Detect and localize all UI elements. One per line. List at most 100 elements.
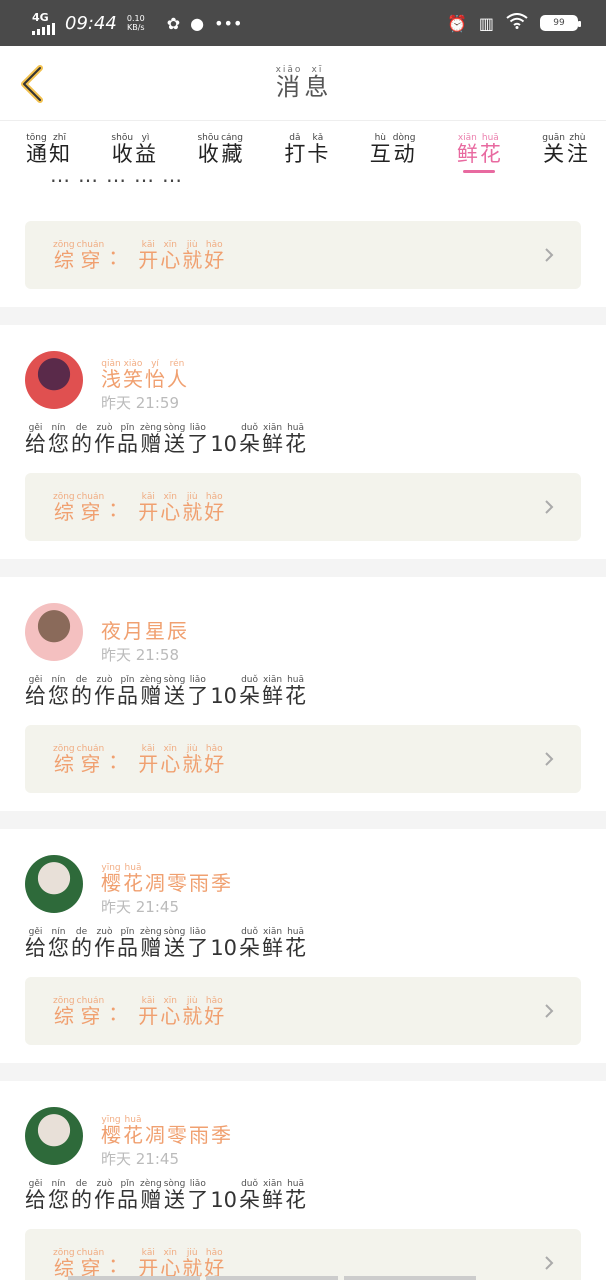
hanzi: 凋 bbox=[145, 871, 165, 896]
tab-flowers[interactable]: xiān 鲜 huā 花 bbox=[457, 121, 501, 177]
work-link[interactable]: zōng 综 chuán 穿： kāi 开 xīn 心 jiù 就 hǎo 好 bbox=[25, 221, 581, 289]
hanzi: 给 bbox=[25, 684, 46, 709]
tab-label: dǎ 打 kǎ 卡 bbox=[284, 133, 328, 165]
pinyin: zhù bbox=[569, 132, 586, 143]
pinyin bbox=[220, 863, 223, 873]
pinyin: de bbox=[75, 927, 88, 938]
hanzi: 了 bbox=[187, 936, 209, 961]
hanzi: 朵 bbox=[239, 432, 261, 456]
avatar[interactable] bbox=[25, 855, 83, 914]
ruby-char: guān 关 bbox=[542, 133, 565, 165]
ruby-char: liǎo 了 bbox=[187, 423, 208, 455]
hanzi: 雨 bbox=[189, 1123, 209, 1148]
separator: ： bbox=[108, 1000, 129, 1025]
hanzi: 互 bbox=[369, 141, 391, 166]
tab-interact[interactable]: hù 互 dòng 动 bbox=[370, 121, 416, 177]
tab-follow[interactable]: guān 关 zhù 注 bbox=[542, 121, 588, 177]
pinyin: zōng bbox=[53, 491, 75, 502]
tab-favorite[interactable]: shōu 收 cáng 藏 bbox=[197, 121, 243, 177]
tab-label: xiān 鲜 huā 花 bbox=[457, 133, 501, 165]
hanzi: 了 bbox=[187, 432, 209, 456]
ruby-char: liǎo 了 bbox=[187, 675, 208, 707]
avatar[interactable] bbox=[25, 351, 83, 409]
pinyin: nín bbox=[51, 1179, 66, 1190]
message-text: gěi 给 nín 您 de 的 zuò 作 pǐn 品 zèng 赠 sòng 送 liǎo 了 10 duǒ… bbox=[25, 675, 581, 707]
hanzi: 鲜 bbox=[262, 684, 284, 709]
ruby-char: duǒ 朵 bbox=[239, 423, 260, 455]
tab-income[interactable]: shōu 收 yì 益 bbox=[111, 121, 156, 177]
ruby-char: xīn 心 bbox=[160, 240, 180, 271]
hanzi: 10 bbox=[210, 432, 238, 456]
work-link[interactable]: zōng 综 chuán 穿： kāi 开 xīn 心 jiù 就 hǎo 好 bbox=[25, 725, 581, 794]
hanzi: 心 bbox=[160, 751, 181, 776]
ruby-char: gěi 给 bbox=[25, 1179, 46, 1211]
pinyin: xīn bbox=[163, 743, 177, 754]
hanzi: 的 bbox=[71, 432, 92, 456]
partial-message: …………… bbox=[25, 177, 581, 203]
pinyin: zhī bbox=[53, 132, 66, 143]
pinyin bbox=[154, 1115, 157, 1125]
ruby-char: shōu 收 bbox=[111, 133, 133, 165]
hanzi: 您 bbox=[48, 432, 69, 456]
ruby-char: sòng 送 bbox=[164, 1179, 186, 1211]
message-text: gěi 给 nín 您 de 的 zuò 作 pǐn 品 zèng 赠 sòng 送 liǎo 了 10 duǒ… bbox=[25, 423, 581, 455]
ruby-char: 雨 bbox=[189, 863, 209, 894]
hanzi: 益 bbox=[135, 141, 157, 166]
hanzi: 好 bbox=[204, 499, 225, 524]
work-link[interactable]: zōng 综 chuán 穿： kāi 开 xīn 心 jiù 就 hǎo 好 bbox=[25, 473, 581, 542]
timestamp: 昨天 21:45 bbox=[101, 1150, 179, 1169]
ruby-char: hǎo 好 bbox=[204, 1248, 224, 1279]
pinyin: hǎo bbox=[205, 1247, 223, 1258]
pinyin: duǒ bbox=[241, 1179, 259, 1190]
tab-label: guān 关 zhù 注 bbox=[542, 133, 588, 165]
ruby-char: sòng 送 bbox=[164, 927, 186, 959]
hanzi: 花 bbox=[285, 432, 307, 456]
ruby-char: huā 花 bbox=[285, 675, 306, 707]
pinyin: zōng bbox=[53, 743, 75, 754]
hanzi: 心 bbox=[160, 247, 181, 272]
tab-checkin[interactable]: dǎ 打 kǎ 卡 bbox=[284, 121, 328, 177]
work-link[interactable]: zōng 综 chuán 穿： kāi 开 xīn 心 jiù 就 hǎo 好 bbox=[25, 1229, 581, 1280]
hanzi: 赠 bbox=[140, 936, 162, 961]
work-category-label: zōng 综 chuán 穿 bbox=[53, 1248, 104, 1279]
ruby-char: 10 bbox=[210, 927, 237, 959]
status-time: 09:44 bbox=[65, 12, 117, 34]
hanzi: 通 bbox=[26, 141, 47, 166]
hanzi: 开 bbox=[138, 751, 159, 776]
hanzi: 作 bbox=[94, 432, 115, 456]
divider bbox=[0, 559, 606, 578]
hanzi: 心 bbox=[160, 1003, 181, 1028]
hanzi: 送 bbox=[164, 684, 185, 709]
avatar[interactable] bbox=[25, 1107, 83, 1166]
separator: ： bbox=[108, 748, 129, 773]
hanzi: 鲜 bbox=[262, 432, 284, 456]
back-button[interactable] bbox=[16, 62, 52, 106]
hanzi: 综 bbox=[53, 499, 74, 524]
work-link[interactable]: zōng 综 chuán 穿： kāi 开 xīn 心 jiù 就 hǎo 好 bbox=[25, 977, 581, 1046]
hanzi: 辰 bbox=[167, 619, 187, 644]
hanzi: 雨 bbox=[189, 871, 209, 896]
ruby-char: hǎo 好 bbox=[204, 492, 224, 523]
ruby-char: huā 花 bbox=[285, 1179, 306, 1211]
avatar[interactable] bbox=[25, 603, 83, 662]
ruby-char: yīng 樱 bbox=[101, 863, 121, 894]
hanzi: 10 bbox=[210, 936, 238, 961]
pinyin: de bbox=[75, 423, 88, 433]
hanzi: 花 bbox=[285, 1188, 307, 1213]
ruby-char: xiān 鲜 bbox=[262, 675, 283, 707]
ruby-char: zuò 作 bbox=[94, 423, 115, 455]
ruby-char: sòng 送 bbox=[164, 423, 186, 455]
pinyin bbox=[176, 863, 179, 873]
work-category-label: zōng 综 chuán 穿 bbox=[53, 492, 104, 523]
hanzi: 了 bbox=[187, 684, 209, 709]
pinyin: yīng bbox=[101, 863, 121, 874]
ruby-char: huā 花 bbox=[285, 927, 306, 959]
list-item: …………… zōng综chuán穿：kāi开xīn心jiù就hǎo好 bbox=[0, 177, 606, 307]
pinyin: sòng bbox=[163, 423, 186, 433]
hanzi: 凋 bbox=[145, 1123, 165, 1148]
tab-notice[interactable]: tōng 通 zhī 知 bbox=[26, 121, 70, 177]
ruby-char: 10 bbox=[210, 1179, 237, 1211]
ruby-char: nín 您 bbox=[48, 927, 69, 959]
hanzi: 夜 bbox=[101, 619, 121, 644]
pinyin: nín bbox=[51, 675, 66, 686]
